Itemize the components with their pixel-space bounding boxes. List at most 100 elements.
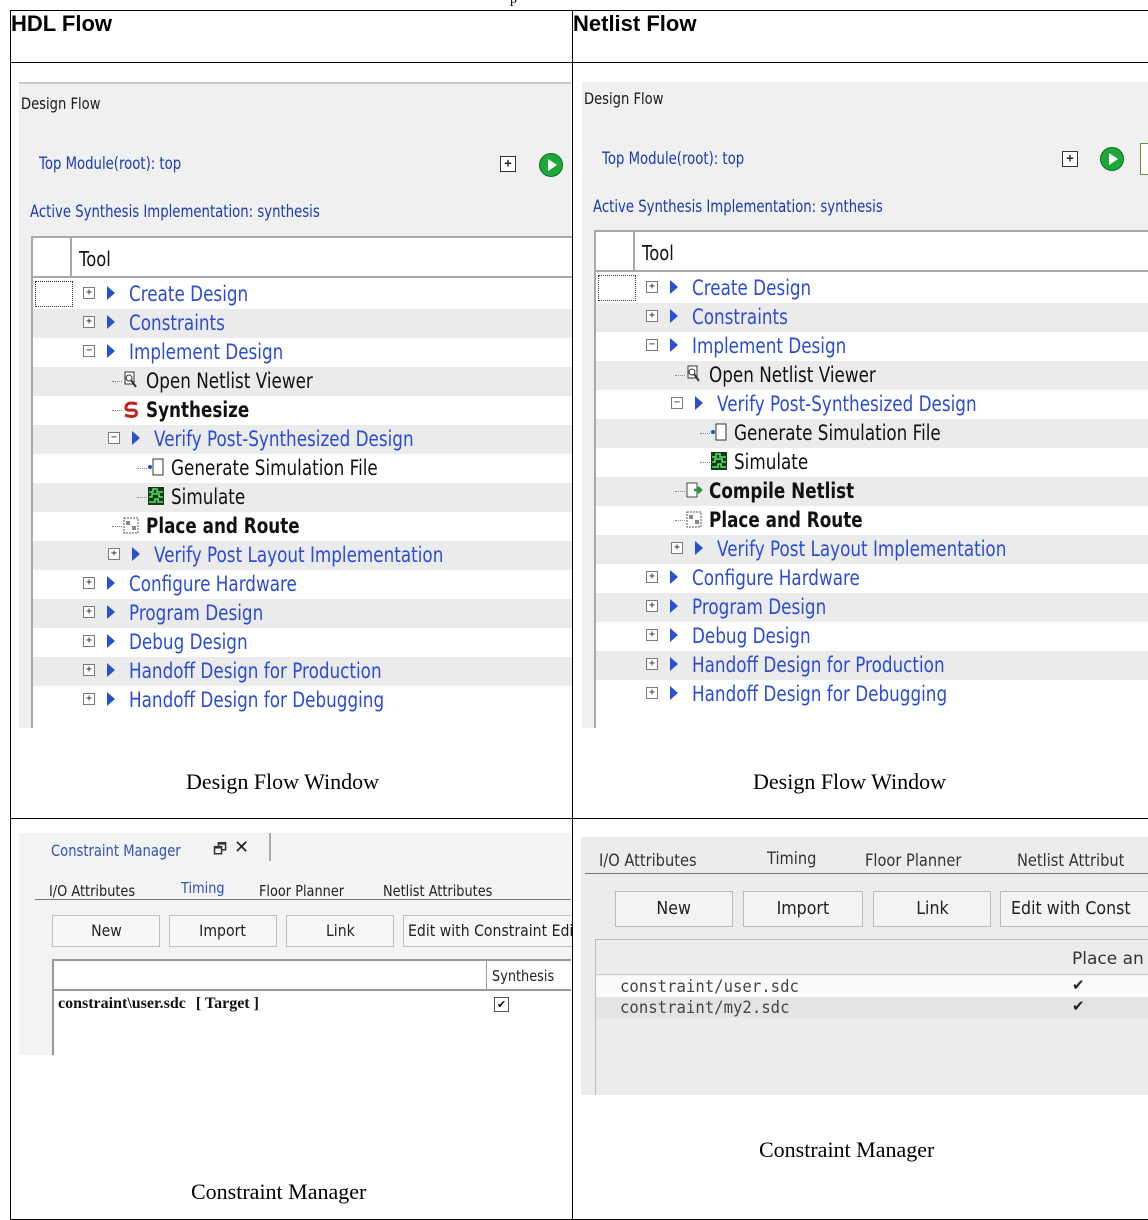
tree-item-label[interactable]: Place and Route [709, 508, 863, 532]
tree-row[interactable]: + Create Design [33, 280, 572, 309]
tree-row[interactable]: + Debug Design [33, 628, 572, 657]
constraint-file-row[interactable]: constraint/my2.sdc ✔ [596, 997, 1148, 1018]
tree-item-label[interactable]: Synthesize [146, 398, 249, 422]
edit-constraint-editor-button[interactable]: Edit with Const [1000, 891, 1148, 927]
tree-item-label[interactable]: Handoff Design for Production [129, 659, 382, 683]
restore-icon[interactable]: 🗗 [213, 839, 227, 864]
tab-timing[interactable]: Timing [181, 879, 225, 897]
expand-node-icon[interactable]: + [646, 687, 658, 699]
tree-item-label[interactable]: Implement Design [129, 340, 283, 364]
tab-netlist-attributes[interactable]: Netlist Attribut [1017, 851, 1124, 871]
tree-row[interactable]: Place and Route [596, 506, 1148, 535]
expand-node-icon[interactable]: + [83, 606, 95, 618]
tab-floor-planner[interactable]: Floor Planner [259, 882, 344, 900]
place-route-check[interactable]: ✔ [1072, 997, 1085, 1015]
tree-row[interactable]: + Constraints [596, 303, 1148, 332]
active-synthesis-link[interactable]: Active Synthesis Implementation: synthes… [593, 197, 883, 217]
tree-row[interactable]: + Program Design [33, 599, 572, 628]
tree-row[interactable]: + Handoff Design for Debugging [33, 686, 572, 715]
expand-node-icon[interactable]: + [646, 281, 658, 293]
tree-item-label[interactable]: Program Design [692, 595, 826, 619]
expand-all-icon[interactable]: + [500, 156, 516, 172]
new-button[interactable]: New [52, 915, 160, 947]
collapse-node-icon[interactable]: − [83, 345, 95, 357]
tree-item-label[interactable]: Constraints [129, 311, 225, 335]
tree-row[interactable]: Generate Simulation File [596, 419, 1148, 448]
tree-item-label[interactable]: Simulate [734, 450, 808, 474]
expand-node-icon[interactable]: + [83, 693, 95, 705]
expand-node-icon[interactable]: + [646, 658, 658, 670]
tree-row[interactable]: + Program Design [596, 593, 1148, 622]
tree-item-label[interactable]: Verify Post Layout Implementation [154, 543, 443, 567]
tree-row[interactable]: Open Netlist Viewer [33, 367, 572, 396]
constraint-file-row[interactable]: constraint/user.sdc ✔ [596, 976, 1148, 997]
tree-row[interactable]: Place and Route [33, 512, 572, 541]
tree-item-label[interactable]: Implement Design [692, 334, 846, 358]
tree-item-label[interactable]: Constraints [692, 305, 788, 329]
close-icon[interactable]: ✕ [234, 837, 249, 858]
collapse-node-icon[interactable]: − [671, 397, 683, 409]
tree-row[interactable]: − Verify Post-Synthesized Design [596, 390, 1148, 419]
tree-item-label[interactable]: Verify Post-Synthesized Design [717, 392, 977, 416]
tree-item-label[interactable]: Generate Simulation File [734, 421, 941, 445]
tree-row[interactable]: Simulate [596, 448, 1148, 477]
tree-item-label[interactable]: Open Netlist Viewer [146, 369, 313, 393]
import-button[interactable]: Import [743, 891, 863, 927]
expand-node-icon[interactable]: + [646, 310, 658, 322]
link-button[interactable]: Link [873, 891, 991, 927]
tab-floor-planner[interactable]: Floor Planner [865, 851, 961, 871]
tree-item-label[interactable]: Configure Hardware [692, 566, 860, 590]
tree-row[interactable]: − Verify Post-Synthesized Design [33, 425, 572, 454]
expand-node-icon[interactable]: + [83, 287, 95, 299]
tree-row[interactable]: Synthesize [33, 396, 572, 425]
tree-item-label[interactable]: Debug Design [692, 624, 811, 648]
expand-node-icon[interactable]: + [646, 600, 658, 612]
tree-item-label[interactable]: Handoff Design for Debugging [692, 682, 947, 706]
tree-row[interactable]: + Debug Design [596, 622, 1148, 651]
tree-item-label[interactable]: Open Netlist Viewer [709, 363, 876, 387]
tree-row[interactable]: Simulate [33, 483, 572, 512]
tree-item-label[interactable]: Place and Route [146, 514, 300, 538]
place-route-check[interactable]: ✔ [1072, 976, 1085, 994]
tab-timing[interactable]: Timing [767, 849, 816, 869]
tree-item-label[interactable]: Debug Design [129, 630, 248, 654]
expand-node-icon[interactable]: + [83, 635, 95, 647]
tab-io-attributes[interactable]: I/O Attributes [599, 851, 697, 871]
tree-item-label[interactable]: Program Design [129, 601, 263, 625]
tree-item-label[interactable]: Configure Hardware [129, 572, 297, 596]
collapse-node-icon[interactable]: − [108, 432, 120, 444]
tree-row[interactable]: + Handoff Design for Debugging [596, 680, 1148, 709]
expand-node-icon[interactable]: + [646, 629, 658, 641]
expand-all-icon[interactable]: + [1062, 151, 1078, 167]
tab-netlist-attributes[interactable]: Netlist Attributes [383, 882, 492, 900]
run-icon[interactable] [1100, 147, 1124, 171]
tree-item-label[interactable]: Simulate [171, 485, 245, 509]
tree-row[interactable]: + Constraints [33, 309, 572, 338]
new-button[interactable]: New [615, 891, 733, 927]
active-synthesis-link[interactable]: Active Synthesis Implementation: synthes… [30, 202, 320, 222]
expand-node-icon[interactable]: + [83, 316, 95, 328]
run-icon[interactable] [539, 153, 563, 177]
tree-item-label[interactable]: Create Design [692, 276, 811, 300]
tree-row[interactable]: + Create Design [596, 274, 1148, 303]
top-module-link[interactable]: Top Module(root): top [602, 149, 744, 169]
tree-item-label[interactable]: Verify Post-Synthesized Design [154, 427, 414, 451]
tree-row[interactable]: + Handoff Design for Production [596, 651, 1148, 680]
collapse-node-icon[interactable]: − [646, 339, 658, 351]
tree-row[interactable]: Generate Simulation File [33, 454, 572, 483]
tree-row[interactable]: − Implement Design [33, 338, 572, 367]
tree-item-label[interactable]: Generate Simulation File [171, 456, 378, 480]
tab-io-attributes[interactable]: I/O Attributes [49, 882, 135, 900]
tree-row[interactable]: Open Netlist Viewer [596, 361, 1148, 390]
expand-node-icon[interactable]: + [108, 548, 120, 560]
tree-item-label[interactable]: Create Design [129, 282, 248, 306]
tree-row[interactable]: + Configure Hardware [596, 564, 1148, 593]
tree-row[interactable]: + Verify Post Layout Implementation [33, 541, 572, 570]
expand-node-icon[interactable]: + [83, 577, 95, 589]
tree-item-label[interactable]: Verify Post Layout Implementation [717, 537, 1006, 561]
tree-item-label[interactable]: Compile Netlist [709, 479, 854, 503]
expand-node-icon[interactable]: + [83, 664, 95, 676]
tree-row[interactable]: + Handoff Design for Production [33, 657, 572, 686]
link-button[interactable]: Link [286, 915, 394, 947]
expand-node-icon[interactable]: + [646, 571, 658, 583]
